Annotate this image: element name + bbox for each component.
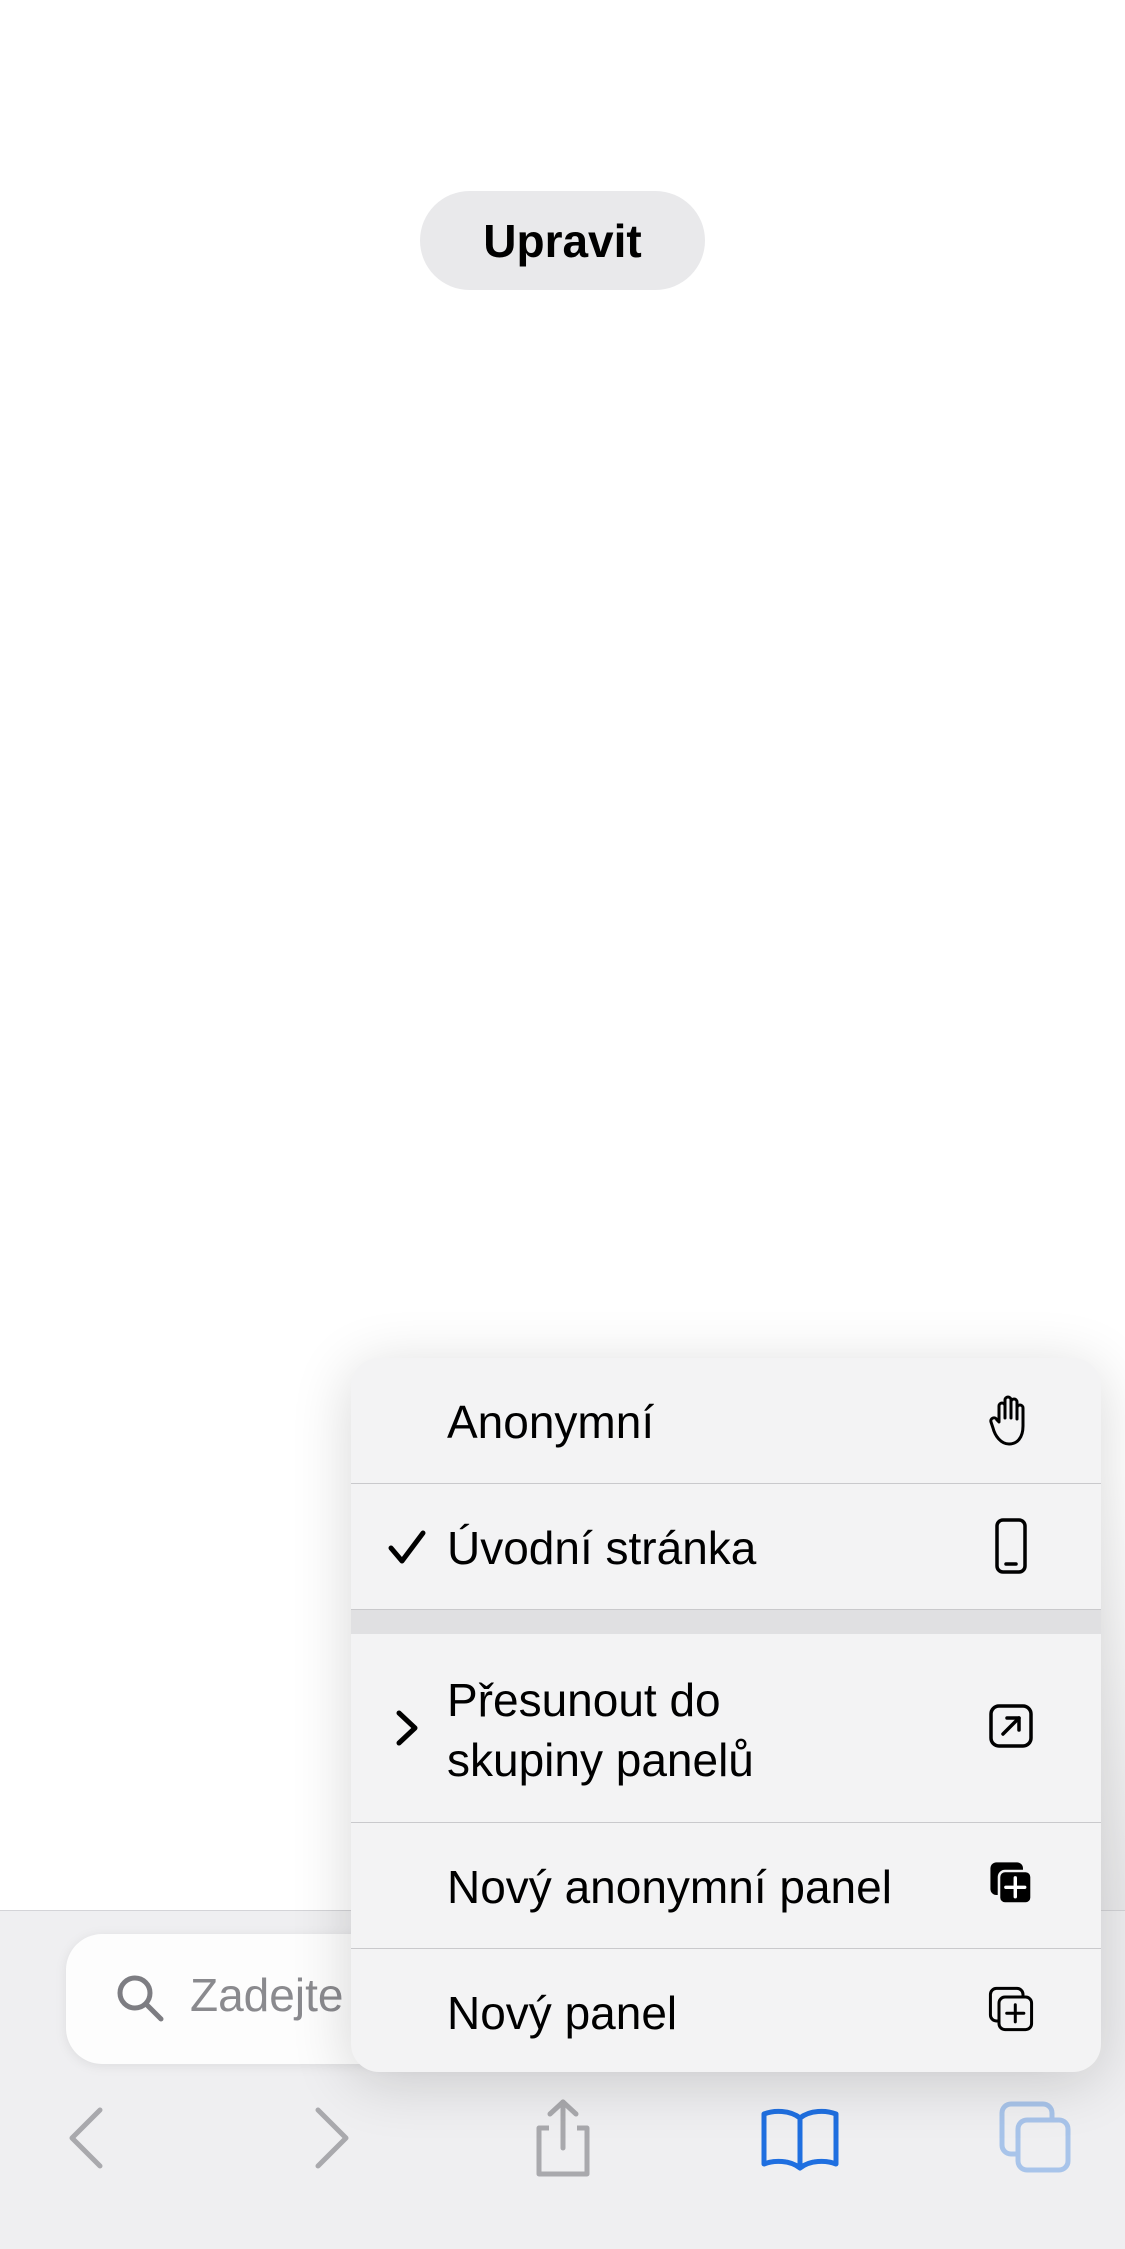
plus-square-filled-on-square-icon xyxy=(990,1862,1033,1905)
menu-item-anonymni[interactable]: Anonymní xyxy=(351,1358,1101,1484)
menu-item-label-line2: skupiny panelů xyxy=(447,1734,754,1786)
menu-item-label: Anonymní xyxy=(447,1396,655,1448)
checkmark-icon xyxy=(388,1530,426,1564)
menu-item-label: Nový panel xyxy=(447,1987,678,2039)
search-icon xyxy=(117,1975,164,2022)
address-placeholder: Zadejte xyxy=(190,1969,344,2021)
hand-raised-icon xyxy=(989,1395,1025,1446)
menu-item-uvodni-stranka[interactable]: Úvodní stránka xyxy=(351,1484,1101,1610)
chevron-right-icon xyxy=(396,1710,418,1746)
menu-item-presunout[interactable]: Přesunout do skupiny panelů xyxy=(351,1634,1101,1823)
plus-square-on-square-icon xyxy=(988,1986,1034,2032)
forward-icon[interactable] xyxy=(290,2098,370,2178)
edit-button[interactable]: Upravit xyxy=(420,191,705,290)
tabs-icon[interactable] xyxy=(996,2098,1076,2178)
menu-item-label: Úvodní stránka xyxy=(447,1522,757,1574)
menu-separator xyxy=(351,1610,1101,1634)
share-icon[interactable] xyxy=(523,2098,603,2178)
menu-item-novy-panel[interactable]: Nový panel xyxy=(351,1949,1101,2072)
back-icon[interactable] xyxy=(48,2098,128,2178)
bookmarks-icon[interactable] xyxy=(760,2098,840,2178)
context-menu: Anonymní Úvodní stránka Přesunout do sku… xyxy=(351,1358,1101,2072)
menu-item-novy-anonymni-panel[interactable]: Nový anonymní panel xyxy=(351,1823,1101,1949)
arrow-up-right-square-icon xyxy=(989,1704,1033,1748)
menu-item-label: Nový anonymní panel xyxy=(447,1861,892,1913)
menu-item-label-line1: Přesunout do xyxy=(447,1674,721,1726)
iphone-icon xyxy=(995,1518,1027,1574)
